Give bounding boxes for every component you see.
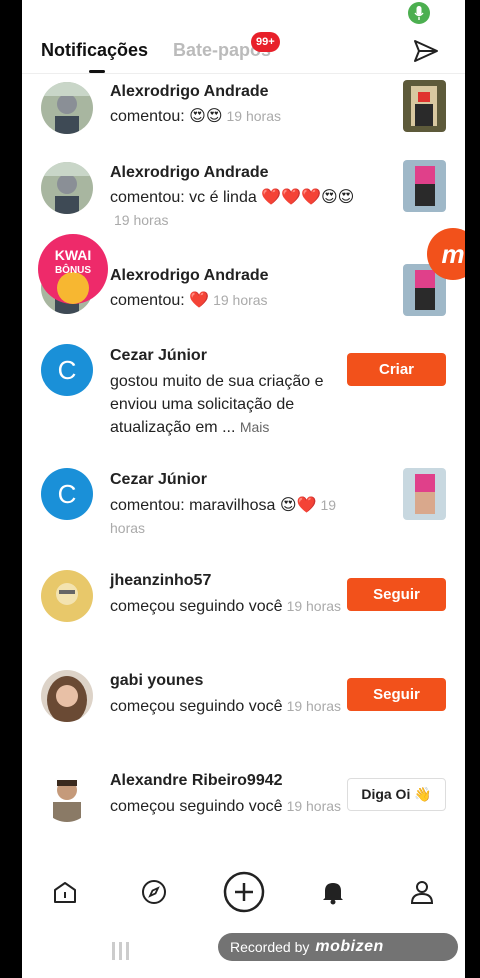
notification-text: começou seguindo você 19 horas <box>110 798 342 815</box>
follow-button[interactable]: Seguir <box>347 578 446 611</box>
notification-item[interactable]: C Cezar Júnior comentou: maravilhosa 😍❤️… <box>22 466 465 546</box>
create-button[interactable]: Criar <box>347 353 446 386</box>
notification-text: gostou muito de sua criação e enviou uma… <box>110 373 324 436</box>
user-name[interactable]: Cezar Júnior <box>110 471 207 489</box>
user-name[interactable]: Cezar Júnior <box>110 347 207 365</box>
user-name[interactable]: jheanzinho57 <box>110 572 211 590</box>
user-name[interactable]: Alexandre Ribeiro9942 <box>110 772 283 790</box>
timestamp: 19 horas <box>286 798 342 814</box>
timestamp: 19 horas <box>114 212 169 228</box>
post-thumbnail[interactable] <box>403 160 446 212</box>
avatar[interactable] <box>41 570 93 622</box>
top-tab-bar: Notificações Bate-papos 99+ <box>22 30 465 74</box>
tab-notifications[interactable]: Notificações <box>41 40 148 61</box>
follow-button[interactable]: Seguir <box>347 678 446 711</box>
user-name[interactable]: Alexrodrigo Andrade <box>110 267 269 285</box>
recording-watermark: Recorded by mobizen <box>218 933 458 961</box>
avatar[interactable]: C <box>41 468 93 520</box>
user-name[interactable]: Alexrodrigo Andrade <box>110 83 269 101</box>
post-thumbnail[interactable] <box>403 80 446 132</box>
notification-text: comentou: 😍😍 19 horas <box>110 108 281 125</box>
timestamp: 19 horas <box>213 292 268 308</box>
avatar[interactable] <box>41 670 93 722</box>
notification-text: começou seguindo você 19 horas <box>110 698 342 715</box>
notification-item[interactable]: gabi younes começou seguindo você 19 hora… <box>22 668 465 748</box>
post-thumbnail[interactable] <box>403 468 446 520</box>
mobizen-logo: mobizen <box>315 938 384 955</box>
notification-text: comentou: maravilhosa 😍❤️ 19 horas <box>110 497 337 536</box>
user-name[interactable]: gabi younes <box>110 672 203 690</box>
timestamp: 19 horas <box>286 698 342 714</box>
timestamp: 19 horas <box>286 598 342 614</box>
explore-icon[interactable] <box>138 876 170 908</box>
say-hi-button[interactable]: Diga Oi 👋 <box>347 778 446 811</box>
avatar[interactable]: C <box>41 344 93 396</box>
bottom-navigation <box>22 862 465 922</box>
profile-icon[interactable] <box>406 876 438 908</box>
notification-item[interactable]: jheanzinho57 começou seguindo você 19 hor… <box>22 568 465 648</box>
avatar[interactable] <box>41 162 93 214</box>
send-icon[interactable] <box>412 37 440 65</box>
avatar[interactable] <box>41 82 93 134</box>
kwai-label: KWAI <box>55 247 92 263</box>
bonus-label: BÔNUS <box>55 263 91 276</box>
recorded-label: Recorded by <box>230 939 310 955</box>
more-link[interactable]: Mais <box>240 419 270 435</box>
notification-text: comentou: vc é linda ❤️❤️❤️😍😍19 horas <box>110 189 355 228</box>
avatar[interactable] <box>41 770 93 822</box>
notification-text: começou seguindo você 19 horas <box>110 598 342 615</box>
notification-item[interactable]: C Cezar Júnior gostou muito de sua criaç… <box>22 342 465 452</box>
recent-apps-icon[interactable] <box>110 940 132 962</box>
create-icon[interactable] <box>222 870 266 914</box>
active-tab-indicator <box>89 70 105 73</box>
notification-item[interactable]: Alexrodrigo Andrade comentou: vc é linda… <box>22 160 465 240</box>
home-icon[interactable] <box>49 876 81 908</box>
user-name[interactable]: Alexrodrigo Andrade <box>110 164 269 182</box>
notification-item[interactable]: Alexrodrigo Andrade comentou: 😍😍 19 horas <box>22 80 465 160</box>
chat-unread-badge: 99+ <box>251 32 280 52</box>
notifications-screen: Notificações Bate-papos 99+ Alexrodrigo … <box>22 0 465 978</box>
kwai-bonus-badge[interactable]: KWAI BÔNUS <box>36 232 110 306</box>
notification-item[interactable]: Alexandre Ribeiro9942 começou seguindo v… <box>22 768 465 848</box>
notification-text: comentou: ❤️ 19 horas <box>110 292 268 309</box>
notifications-icon[interactable] <box>317 876 349 908</box>
timestamp: 19 horas <box>226 108 281 124</box>
microphone-icon <box>408 2 430 24</box>
